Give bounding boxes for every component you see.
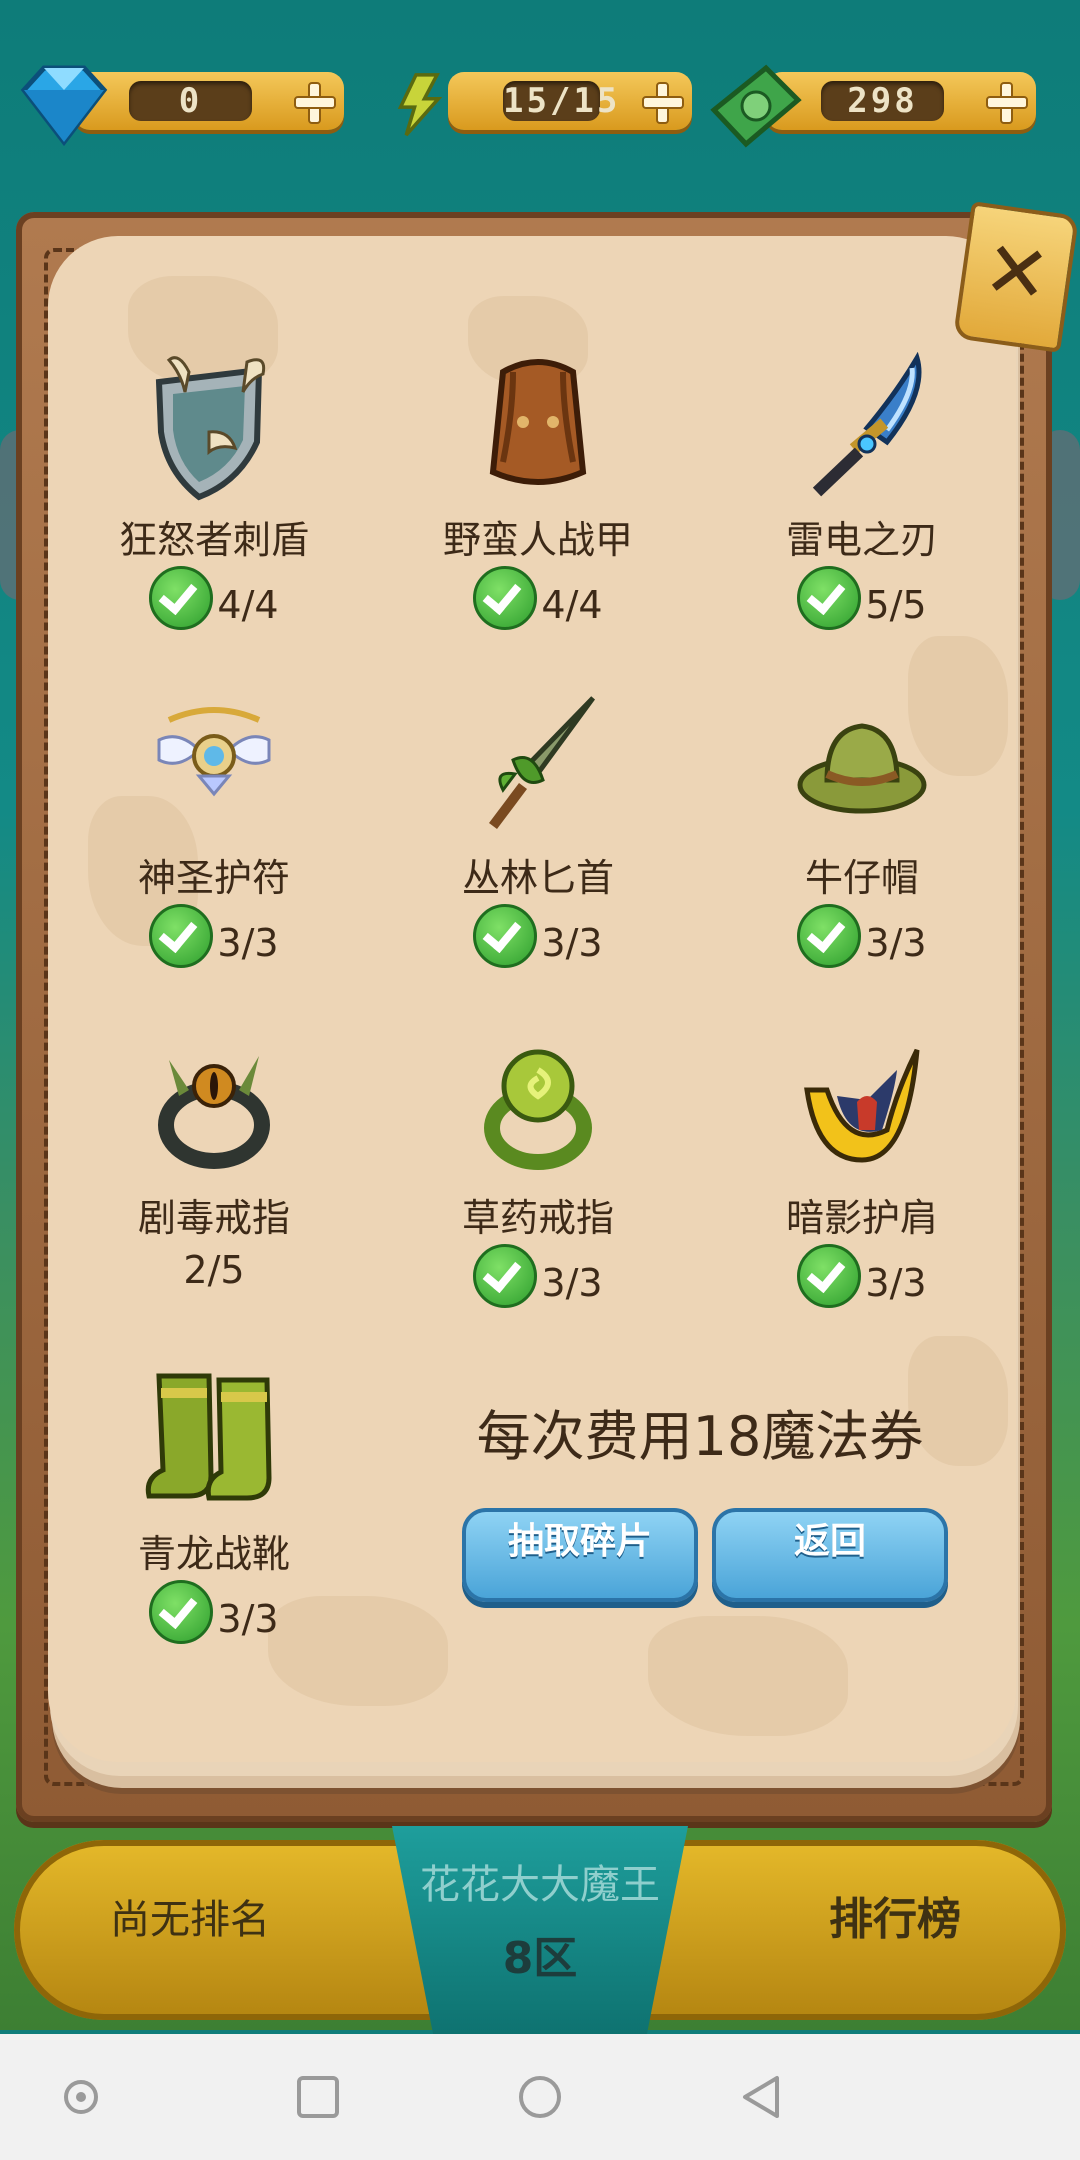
- item-name: 狂怒者刺盾: [118, 518, 309, 562]
- item-progress: 3/3: [217, 921, 279, 965]
- shadow-pauldron-icon: [804, 1048, 920, 1163]
- item-name: 神圣护符: [137, 856, 290, 900]
- item-card[interactable]: 牛仔帽 3/3: [712, 690, 1012, 968]
- check-icon: [149, 566, 214, 630]
- check-icon: [473, 1244, 538, 1308]
- check-icon: [149, 904, 214, 968]
- diamond-icon: [20, 65, 108, 147]
- item-progress: 4/4: [541, 583, 603, 627]
- assistant-icon[interactable]: [56, 2072, 106, 2122]
- item-name: 野蛮人战甲: [442, 518, 633, 562]
- holy-amulet-icon: [157, 707, 271, 797]
- close-icon: ✕: [977, 223, 1056, 323]
- draw-shards-button[interactable]: 抽取碎片: [462, 1508, 698, 1602]
- energy-counter: 15/15: [388, 60, 692, 140]
- green-boots-icon: [145, 1373, 272, 1501]
- check-icon: [797, 904, 862, 968]
- item-progress: 3/3: [541, 1261, 603, 1305]
- item-name: 草药戒指: [461, 1196, 614, 1240]
- add-cash-button[interactable]: [986, 82, 1028, 124]
- item-card[interactable]: 雷电之刃 5/5: [712, 351, 1012, 630]
- lightning-blade-icon: [812, 351, 922, 497]
- lightning-icon: [397, 73, 443, 137]
- check-icon: [797, 566, 862, 630]
- item-name: 丛林匕首: [461, 856, 614, 900]
- item-progress: 5/5: [865, 583, 927, 627]
- draw-cost-text: 每次费用18魔法券: [476, 1405, 924, 1468]
- item-card[interactable]: 狂怒者刺盾 4/4: [64, 352, 364, 630]
- item-progress: 3/3: [217, 1597, 279, 1641]
- item-name: 暗影护肩: [785, 1196, 938, 1240]
- jungle-dagger-icon: [489, 696, 596, 829]
- cash-counter: 298: [706, 60, 1036, 148]
- gems-value: 0: [178, 81, 203, 121]
- item-progress: 3/3: [865, 1261, 927, 1305]
- add-gems-button[interactable]: [294, 82, 336, 124]
- item-name: 牛仔帽: [804, 856, 919, 900]
- item-card[interactable]: 剧毒戒指 2/5: [64, 1030, 364, 1304]
- item-progress: 3/3: [541, 921, 603, 965]
- cash-value: 298: [847, 81, 918, 121]
- leaderboard-button[interactable]: 排行榜: [790, 1890, 1000, 1950]
- item-progress: 2/5: [183, 1248, 245, 1292]
- check-icon: [473, 566, 538, 630]
- home-icon[interactable]: [515, 2072, 565, 2122]
- cowboy-hat-icon: [797, 723, 927, 814]
- gems-counter: 0: [14, 60, 344, 147]
- leather-armor-icon: [489, 359, 587, 485]
- item-progress: 4/4: [217, 583, 279, 627]
- server-zone: 8区: [502, 1933, 578, 1984]
- energy-value: 15/15: [503, 81, 621, 121]
- rank-status: 尚无排名: [110, 1897, 270, 1943]
- item-card[interactable]: 草药戒指 3/3: [388, 1030, 688, 1308]
- player-name: 花花大大魔王: [420, 1862, 660, 1908]
- back-nav-icon[interactable]: [737, 2072, 787, 2122]
- item-card[interactable]: 神圣护符 3/3: [64, 690, 364, 968]
- item-card[interactable]: 青龙战靴 3/3: [64, 1366, 364, 1644]
- cash-stack-icon: [710, 64, 802, 148]
- check-icon: [149, 1580, 214, 1644]
- item-card[interactable]: 野蛮人战甲 4/4: [388, 352, 688, 630]
- item-progress: 3/3: [865, 921, 927, 965]
- spiked-shield-icon: [155, 356, 266, 501]
- poison-ring-icon: [158, 1056, 270, 1169]
- item-name: 青龙战靴: [137, 1532, 290, 1576]
- recent-apps-icon[interactable]: [293, 2072, 343, 2122]
- herb-ring-icon: [484, 1049, 592, 1170]
- item-name: 雷电之刃: [785, 518, 938, 562]
- back-button[interactable]: 返回: [712, 1508, 948, 1602]
- item-card[interactable]: 丛林匕首 3/3: [388, 690, 688, 968]
- item-card[interactable]: 暗影护肩 3/3: [712, 1030, 1012, 1308]
- system-nav-bar: [0, 2034, 1080, 2160]
- check-icon: [797, 1244, 862, 1308]
- add-energy-button[interactable]: [642, 82, 684, 124]
- check-icon: [473, 904, 538, 968]
- item-name: 剧毒戒指: [137, 1196, 290, 1240]
- close-button[interactable]: ✕: [952, 201, 1080, 353]
